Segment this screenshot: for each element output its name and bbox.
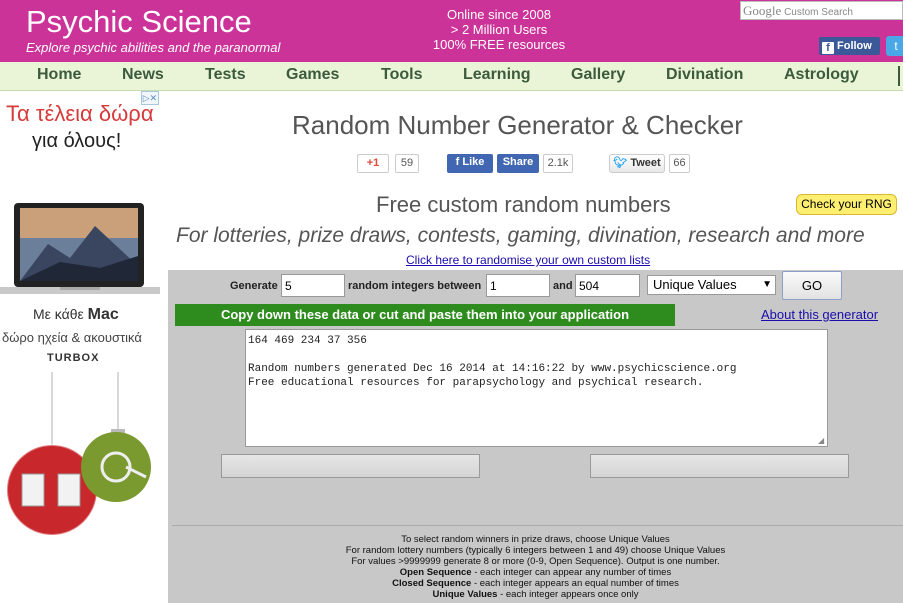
tweet-button[interactable]: 🐦︎ Tweet (609, 154, 665, 173)
info-open-sequence: Open Sequence - each integer can appear … (168, 567, 903, 578)
ad-mac-word: Mac (87, 306, 119, 323)
info-closed-sequence: Closed Sequence - each integer appears a… (168, 578, 903, 589)
page-title: Random Number Generator & Checker (292, 110, 743, 140)
info-line: For random lottery numbers (typically 6 … (345, 545, 726, 556)
about-generator-link[interactable]: About this generator (761, 307, 878, 322)
ad-mac-line: Με κάθε Mac (33, 306, 119, 324)
facebook-like-button[interactable]: f Like (447, 154, 493, 173)
google-plus-button[interactable]: +1 (357, 154, 389, 173)
resize-grip-icon[interactable]: ◢ (818, 437, 826, 445)
nav-item-divination[interactable]: Divination (666, 66, 743, 84)
facebook-share-count: 2.1k (543, 154, 573, 173)
ad-headline-second: για όλους! (32, 130, 122, 152)
info-desc: - each integer can appear any number of … (471, 567, 672, 578)
generate-label: Generate (230, 280, 278, 292)
mode-selected-value: Unique Values (653, 277, 737, 292)
check-rng-button[interactable]: Check your RNG (796, 194, 897, 215)
info-desc: - each integer appears once only (497, 589, 639, 600)
copy-instruction-banner: Copy down these data or cut and paste th… (175, 304, 675, 326)
count-input[interactable] (281, 274, 345, 297)
action-button-right[interactable] (590, 454, 849, 478)
ad-brand-logo: TURBOX (47, 352, 100, 364)
site-tagline: Explore psychic abilities and the parano… (26, 40, 281, 55)
and-label: and (553, 280, 573, 292)
stat-online-since: Online since 2008 (446, 7, 552, 22)
tweet-count: 66 (669, 154, 690, 173)
action-button-left[interactable] (221, 454, 480, 478)
min-value-input[interactable] (486, 274, 550, 297)
nav-item-tools[interactable]: Tools (381, 66, 422, 84)
follow-label: Follow (837, 40, 872, 52)
mode-select[interactable]: Unique Values ▼ (647, 275, 776, 295)
dropdown-arrow-icon: ▼ (762, 279, 772, 290)
divider (172, 525, 903, 526)
max-value-input[interactable] (575, 274, 640, 297)
ad-headline: Τα τέλεια δώρα (6, 101, 154, 126)
info-term: Open Sequence (399, 567, 472, 578)
info-term: Closed Sequence (392, 578, 472, 589)
info-line: To select random winners in prize draws,… (401, 534, 670, 545)
tweet-label: Tweet (630, 157, 661, 169)
search-input[interactable]: Google Custom Search (740, 1, 903, 20)
nav-item-gallery[interactable]: Gallery (571, 66, 625, 84)
between-label: random integers between (348, 280, 482, 292)
like-label: Like (462, 156, 485, 168)
facebook-icon: f (822, 42, 834, 54)
nav-item-games[interactable]: Games (286, 66, 339, 84)
info-unique-values: Unique Values - each integer appears onc… (168, 589, 903, 600)
randomise-lists-link[interactable]: Click here to randomise your own custom … (406, 253, 650, 267)
info-line: For values >9999999 generate 8 or more (… (351, 556, 720, 567)
subtitle-uses: For lotteries, prize draws, contests, ga… (176, 224, 865, 247)
nav-item-news[interactable]: News (122, 66, 164, 84)
stat-users: > 2 Million Users (450, 22, 548, 37)
subtitle: Free custom random numbers (376, 192, 671, 217)
gift-ornaments-image (6, 372, 151, 536)
google-plus-count: 59 (395, 154, 419, 173)
stat-free-resources: 100% FREE resources (432, 37, 566, 52)
search-placeholder: Custom Search (784, 7, 853, 18)
nav-item-home[interactable]: Home (37, 66, 81, 84)
google-logo: Google (743, 3, 782, 18)
facebook-follow-button[interactable]: f Follow (819, 37, 880, 55)
ad-subline: δώρο ηχεία & ακουστικά (2, 330, 142, 345)
ad-mac-prefix: Με κάθε (33, 306, 84, 322)
twitter-bird-icon: 🐦︎ (613, 157, 628, 169)
twitter-icon[interactable]: t (886, 36, 903, 56)
nav-item-learning[interactable]: Learning (463, 66, 531, 84)
laptop-image (0, 203, 160, 294)
nav-item-tests[interactable]: Tests (205, 66, 246, 84)
info-desc: - each integer appears an equal number o… (471, 578, 679, 589)
facebook-share-button[interactable]: Share (497, 154, 539, 173)
go-button[interactable]: GO (782, 271, 842, 300)
info-term: Unique Values (432, 589, 498, 600)
nav-overflow-item[interactable] (898, 66, 903, 86)
output-textarea[interactable]: 164 469 234 37 356 Random numbers genera… (245, 329, 828, 447)
site-title[interactable]: Psychic Science (26, 4, 252, 40)
nav-item-astrology[interactable]: Astrology (784, 66, 859, 84)
